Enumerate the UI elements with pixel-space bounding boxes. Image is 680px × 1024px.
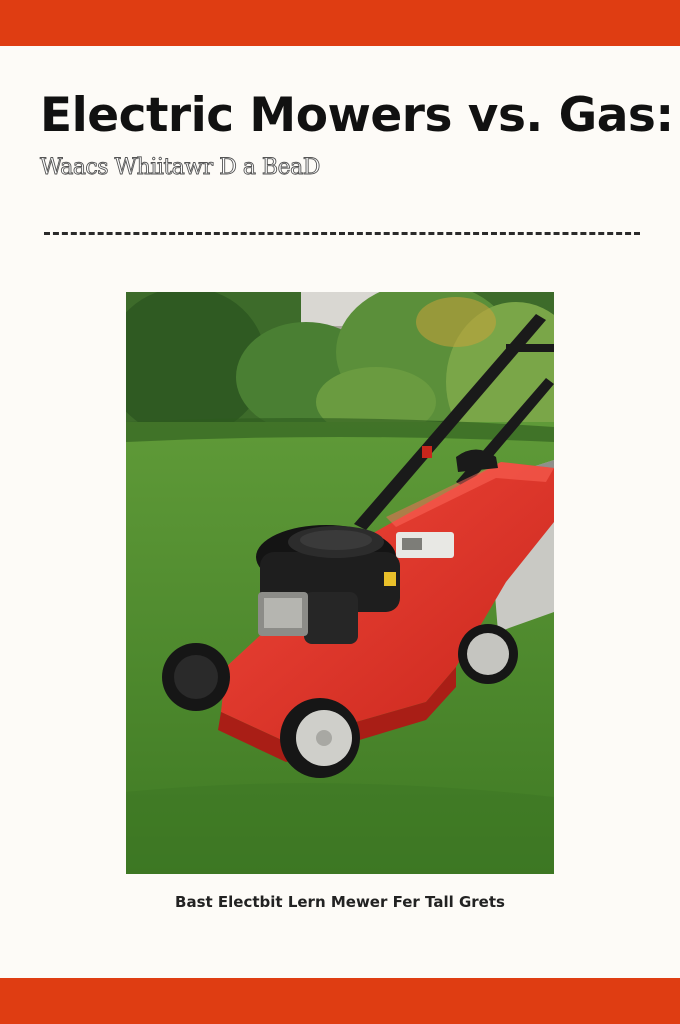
dashed-divider: [44, 232, 640, 235]
image-caption: Bast Electbit Lern Mewer Fer Tall Grets: [175, 893, 505, 911]
top-accent-bar: [0, 0, 680, 46]
page-title: Electric Mowers vs. Gas:: [40, 88, 674, 143]
bottom-accent-bar: [0, 978, 680, 1024]
lawn-mower-photo: [126, 292, 554, 874]
page-subtitle: Waacs Whiitawr D a BeaD: [40, 155, 321, 181]
